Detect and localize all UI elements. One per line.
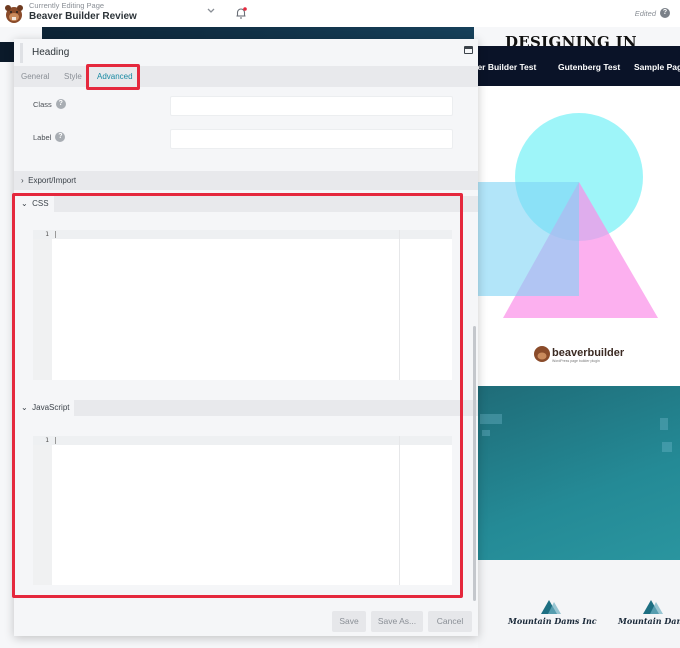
client-name: Mountain Dams Inc bbox=[508, 616, 597, 626]
status-text: Edited bbox=[634, 9, 656, 18]
help-icon[interactable]: ? bbox=[660, 8, 670, 18]
panel-footer: Save Save As... Cancel bbox=[14, 602, 478, 636]
class-input[interactable] bbox=[170, 96, 453, 116]
brand-logo-text: beaverbuilder bbox=[552, 347, 625, 359]
preview-navbar: aver Builder Test Gutenberg Test Sample … bbox=[468, 46, 680, 86]
panel-scrollbar[interactable] bbox=[473, 326, 476, 601]
help-icon[interactable]: ? bbox=[55, 99, 66, 109]
chevron-right-icon: › bbox=[21, 176, 24, 185]
square-shape bbox=[474, 182, 579, 296]
panel-header[interactable]: Heading bbox=[14, 39, 478, 66]
beaverbuilder-logo: beaverbuilder WordPress page builder plu… bbox=[532, 343, 632, 370]
hero-graphic bbox=[474, 113, 658, 318]
advanced-tab-highlight bbox=[86, 64, 140, 90]
bell-icon[interactable] bbox=[234, 6, 248, 20]
chevron-down-icon[interactable] bbox=[205, 7, 217, 17]
client-logos: Mountain Dams Inc Mountain Dams bbox=[478, 560, 680, 648]
editing-label: Currently Editing Page bbox=[29, 1, 105, 10]
maximize-icon[interactable] bbox=[464, 46, 473, 54]
client-logo: Mountain Dams Inc bbox=[508, 600, 597, 626]
teal-section bbox=[478, 386, 680, 560]
label-input[interactable] bbox=[170, 129, 453, 149]
attributes-fields: Class ? Label ? bbox=[14, 87, 478, 171]
client-name: Mountain Dams bbox=[618, 616, 680, 626]
mountain-icon bbox=[642, 600, 663, 614]
panel-title: Heading bbox=[32, 47, 70, 58]
top-bar: Currently Editing Page Beaver Builder Re… bbox=[0, 0, 680, 27]
class-field-label: Class ? bbox=[33, 99, 66, 109]
save-button[interactable]: Save bbox=[332, 611, 366, 632]
nav-item[interactable]: Gutenberg Test bbox=[558, 62, 620, 72]
label-field-label: Label ? bbox=[33, 132, 66, 142]
save-as-button[interactable]: Save As... bbox=[371, 611, 423, 632]
page-title: Beaver Builder Review bbox=[29, 11, 137, 23]
hero-section: beaverbuilder WordPress page builder plu… bbox=[474, 86, 680, 386]
nav-item[interactable]: aver Builder Test bbox=[468, 62, 536, 72]
mountain-icon bbox=[541, 600, 562, 614]
client-logo: Mountain Dams bbox=[618, 600, 680, 626]
code-sections-highlight bbox=[12, 193, 463, 598]
nav-item[interactable]: Sample Page bbox=[634, 62, 680, 72]
page-title-group[interactable]: Currently Editing Page Beaver Builder Re… bbox=[29, 1, 137, 23]
beaver-logo-icon[interactable] bbox=[3, 3, 25, 25]
header-band-left bbox=[0, 42, 14, 62]
section-export-import[interactable]: › Export/Import bbox=[14, 171, 478, 190]
help-icon[interactable]: ? bbox=[55, 132, 66, 142]
tab-style[interactable]: Style bbox=[64, 72, 82, 81]
panel-tabs: General Style Advanced bbox=[14, 66, 478, 87]
tab-general[interactable]: General bbox=[21, 72, 49, 81]
section-title: Export/Import bbox=[28, 176, 77, 185]
brand-logo-tagline: WordPress page builder plugin bbox=[552, 359, 600, 363]
drag-handle[interactable] bbox=[20, 43, 23, 63]
cancel-button[interactable]: Cancel bbox=[428, 611, 472, 632]
